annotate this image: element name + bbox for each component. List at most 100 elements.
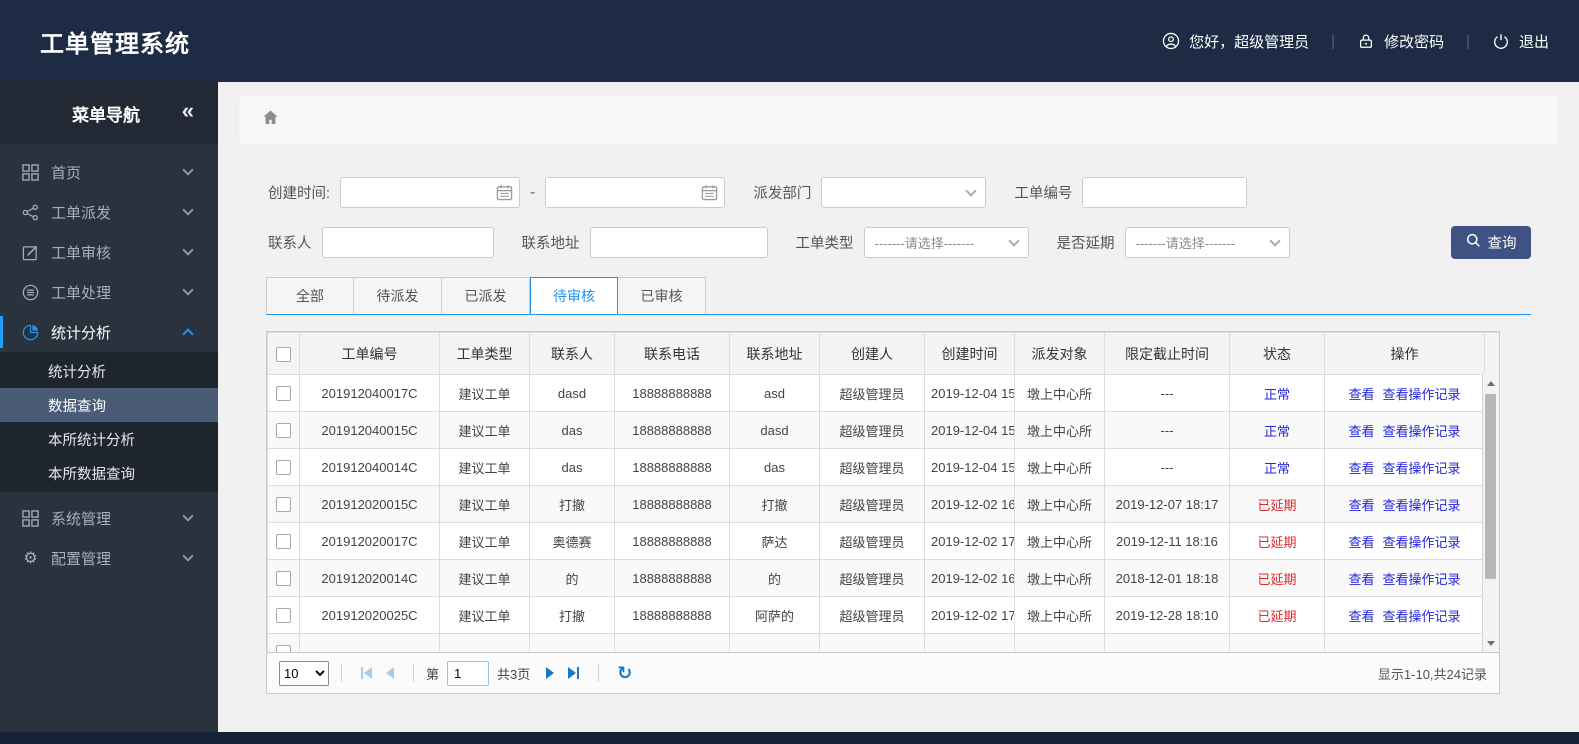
cell-target: 墩上中心所	[1014, 522, 1105, 560]
sidebar-item-label: 工单派发	[51, 204, 112, 222]
sidebar-item-system[interactable]: 系统管理	[0, 498, 218, 538]
refresh-icon[interactable]: ↻	[617, 663, 632, 684]
cell-order-type: 建议工单	[439, 596, 530, 634]
submenu-item-office-statistics[interactable]: 本所统计分析	[0, 422, 218, 456]
cell-created: 2019-12-04 15	[924, 374, 1015, 412]
row-checkbox[interactable]	[276, 534, 291, 550]
cell-contact: 打撤	[529, 485, 615, 523]
cell-address: 打撤	[729, 485, 820, 523]
col-created: 创建时间	[924, 332, 1015, 375]
logout-button[interactable]: 退出	[1492, 31, 1549, 52]
col-scrollbar-spacer	[1484, 332, 1499, 375]
cell-creator: 超级管理员	[819, 485, 925, 523]
view-link[interactable]: 查看	[1348, 609, 1374, 624]
view-link[interactable]: 查看	[1348, 572, 1374, 587]
col-order-no: 工单编号	[299, 332, 440, 375]
delay-select[interactable]: -------请选择-------	[1124, 227, 1290, 258]
submenu-item-data-query[interactable]: 数据查询	[0, 388, 218, 422]
table-row: 201912020014C 建议工单的 18888888888 的超级管理员 2019-…	[267, 559, 1499, 597]
row-checkbox[interactable]	[276, 571, 291, 587]
change-password-button[interactable]: 修改密码	[1357, 31, 1444, 52]
next-page-button[interactable]	[546, 667, 555, 679]
cell-address: 萨达	[729, 522, 820, 560]
contact-input[interactable]	[321, 227, 494, 258]
dispatch-dept-select[interactable]	[821, 177, 987, 208]
tab-all[interactable]: 全部	[266, 277, 354, 314]
tab-to-review[interactable]: 待审核	[530, 277, 618, 314]
sidebar-item-dispatch[interactable]: 工单派发	[0, 192, 218, 232]
order-type-select[interactable]: -------请选择-------	[863, 227, 1029, 258]
sidebar-item-process[interactable]: 工单处理	[0, 272, 218, 312]
view-link[interactable]: 查看	[1348, 535, 1374, 550]
sidebar-item-home[interactable]: 首页	[0, 152, 218, 192]
calendar-icon[interactable]	[701, 184, 718, 201]
order-no-input[interactable]	[1082, 177, 1248, 208]
table-row: 201912040017C 建议工单 dasd 18888888888 asd 超级管理员…	[267, 374, 1499, 412]
footer-bar	[0, 732, 1579, 744]
table-scrollbar[interactable]	[1482, 374, 1499, 652]
dispatch-dept-label: 派发部门	[753, 186, 812, 202]
row-checkbox[interactable]	[276, 497, 291, 513]
tab-dispatched[interactable]: 已派发	[442, 277, 530, 314]
tab-label: 已审核	[640, 288, 683, 304]
cell-contact: das	[529, 411, 615, 449]
view-log-link[interactable]: 查看操作记录	[1383, 387, 1461, 402]
current-page-input[interactable]	[447, 660, 490, 686]
create-time-start-input[interactable]	[340, 177, 521, 208]
status-badge: 正常	[1263, 423, 1290, 439]
cell-creator: 超级管理员	[819, 374, 925, 412]
row-checkbox[interactable]	[276, 423, 291, 439]
view-link[interactable]: 查看	[1348, 424, 1374, 439]
view-log-link[interactable]: 查看操作记录	[1383, 609, 1461, 624]
process-icon	[22, 284, 39, 301]
view-log-link[interactable]: 查看操作记录	[1383, 535, 1461, 550]
view-link[interactable]: 查看	[1348, 461, 1374, 476]
sidebar-item-review[interactable]: 工单审核	[0, 232, 218, 272]
search-button[interactable]: 查询	[1451, 226, 1531, 259]
scroll-down-arrow[interactable]	[1483, 636, 1499, 650]
order-type-label: 工单类型	[795, 236, 854, 252]
address-input[interactable]	[589, 227, 768, 258]
pager-divider	[341, 664, 342, 682]
cell-order-type: 建议工单	[439, 485, 530, 523]
cell-target: 墩上中心所	[1014, 448, 1105, 486]
scrollbar-thumb[interactable]	[1485, 394, 1496, 579]
sidebar-item-config[interactable]: ⚙ 配置管理	[0, 538, 218, 578]
tab-reviewed[interactable]: 已审核	[618, 277, 706, 314]
submenu-item-statistics[interactable]: 统计分析	[0, 354, 218, 388]
view-log-link[interactable]: 查看操作记录	[1383, 572, 1461, 587]
grid-icon	[22, 163, 39, 181]
view-log-link[interactable]: 查看操作记录	[1383, 498, 1461, 513]
select-placeholder: -------请选择-------	[1135, 236, 1236, 251]
create-time-end-input[interactable]	[545, 177, 726, 208]
home-icon[interactable]	[261, 108, 280, 132]
cell-created: 2019-12-02 16	[924, 559, 1015, 597]
view-link[interactable]: 查看	[1348, 387, 1374, 402]
row-checkbox[interactable]	[276, 645, 291, 652]
sidebar-item-statistics[interactable]: 统计分析	[0, 312, 218, 352]
view-log-link[interactable]: 查看操作记录	[1383, 461, 1461, 476]
row-checkbox[interactable]	[276, 460, 291, 476]
scroll-up-arrow[interactable]	[1483, 376, 1499, 390]
submenu-item-office-data-query[interactable]: 本所数据查询	[0, 456, 218, 490]
prev-page-button[interactable]	[386, 667, 394, 679]
select-all-checkbox[interactable]	[276, 346, 291, 362]
row-checkbox[interactable]	[276, 386, 291, 402]
last-page-button[interactable]	[568, 667, 580, 679]
row-checkbox[interactable]	[276, 608, 291, 624]
sidebar: 菜单导航 « 首页 工单派发 工单审核 工单处理 统计分析 统计分析 数据查询 …	[0, 82, 218, 732]
chevron-up-icon	[182, 328, 194, 340]
col-status: 状态	[1229, 332, 1325, 375]
calendar-icon[interactable]	[496, 184, 513, 201]
user-greeting[interactable]: 您好，超级管理员	[1162, 31, 1309, 52]
status-badge: 已延期	[1257, 534, 1297, 550]
cell-created: 2019-12-02 17	[924, 522, 1015, 560]
view-link[interactable]: 查看	[1348, 498, 1374, 513]
page-size-select[interactable]: 10	[279, 660, 329, 686]
tab-to-dispatch[interactable]: 待派发	[354, 277, 442, 314]
collapse-sidebar-icon[interactable]: «	[182, 98, 194, 124]
chevron-down-icon	[965, 184, 978, 197]
view-log-link[interactable]: 查看操作记录	[1383, 424, 1461, 439]
record-summary: 显示1-10,共24记录	[1377, 666, 1487, 682]
first-page-button[interactable]	[361, 667, 372, 679]
